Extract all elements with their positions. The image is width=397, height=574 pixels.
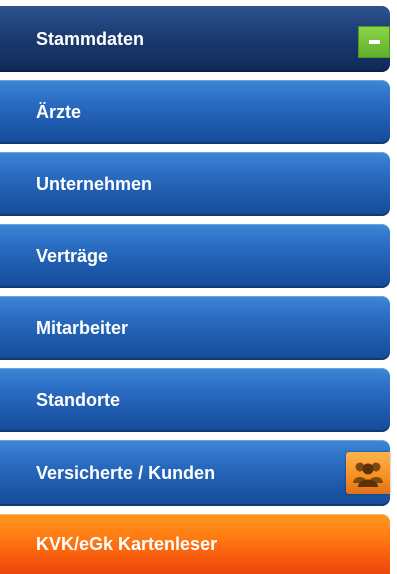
menu-item-label: Ärzte bbox=[36, 102, 82, 122]
menu-item-label: Mitarbeiter bbox=[36, 318, 129, 338]
menu-item-unternehmen[interactable]: Unternehmen bbox=[0, 152, 390, 216]
menu-item-label: KVK/eGk Kartenleser bbox=[36, 534, 218, 554]
sidebar-menu: Stammdaten Ärzte Unternehmen Verträge Mi… bbox=[0, 0, 397, 574]
menu-item-label: Verträge bbox=[36, 246, 109, 266]
minus-icon bbox=[369, 40, 380, 44]
people-group-icon bbox=[353, 462, 383, 487]
menu-item-versicherte-kunden[interactable]: Versicherte / Kunden bbox=[0, 440, 390, 506]
menu-item-mitarbeiter[interactable]: Mitarbeiter bbox=[0, 296, 390, 360]
menu-item-kartenleser[interactable]: KVK/eGk Kartenleser bbox=[0, 514, 390, 574]
menu-item-vertraege[interactable]: Verträge bbox=[0, 224, 390, 288]
menu-item-label: Unternehmen bbox=[36, 174, 153, 194]
menu-item-standorte[interactable]: Standorte bbox=[0, 368, 390, 432]
menu-item-stammdaten[interactable]: Stammdaten bbox=[0, 6, 390, 72]
menu-item-label: Versicherte / Kunden bbox=[36, 463, 216, 483]
menu-item-label: Stammdaten bbox=[36, 29, 145, 49]
collapse-toggle-button[interactable] bbox=[358, 26, 390, 58]
menu-item-label: Standorte bbox=[36, 390, 121, 410]
menu-item-aerzte[interactable]: Ärzte bbox=[0, 80, 390, 144]
customers-group-button[interactable] bbox=[346, 452, 390, 494]
